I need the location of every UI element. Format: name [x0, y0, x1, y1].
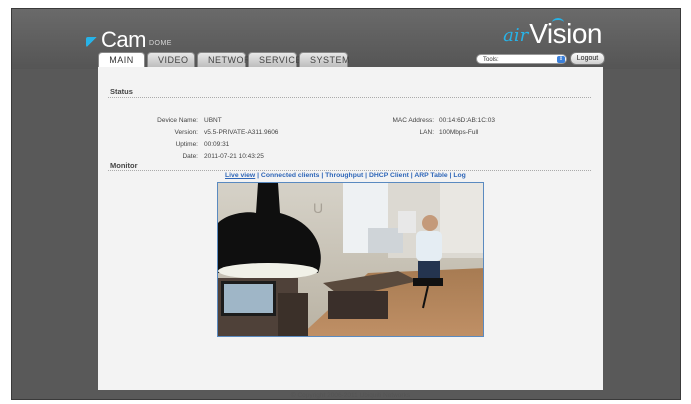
device-name-label: Device Name:: [157, 117, 198, 124]
link-log[interactable]: Log: [453, 172, 465, 179]
main-panel: Status Device Name: UBNT Version: v5.5-P…: [98, 67, 603, 399]
logo-arc-icon: [552, 18, 564, 27]
airvision-logo: air Vision: [503, 18, 602, 49]
tab-bar: MAIN VIDEO NETWORK SERVICES SYSTEM: [98, 52, 350, 68]
tools-dropdown[interactable]: Tools: ⇕: [476, 54, 567, 64]
uptime-value: 00:09:31: [204, 141, 230, 148]
link-connected-clients[interactable]: Connected clients: [261, 172, 320, 179]
camera-scene-image: U: [218, 183, 483, 336]
status-heading: Status: [110, 87, 133, 96]
tab-video[interactable]: VIDEO: [147, 52, 195, 67]
link-live-view[interactable]: Live view: [225, 172, 255, 179]
monitor-heading: Monitor: [110, 161, 138, 170]
logout-button[interactable]: Logout: [570, 52, 605, 65]
brand-icon: [86, 37, 98, 47]
tab-services[interactable]: SERVICES: [248, 52, 308, 67]
logo-air: air: [503, 25, 529, 46]
dropdown-arrow-icon: ⇕: [557, 56, 565, 63]
version-label: Version:: [174, 129, 199, 136]
uptime-label: Uptime:: [175, 141, 198, 148]
logo-subtext: DOME: [148, 40, 172, 47]
logo-vision: Vision: [529, 18, 602, 49]
mac-address-value: 00:14:6D:AB:1C:03: [439, 117, 496, 124]
tools-label: Tools:: [483, 57, 499, 63]
link-dhcp-client[interactable]: DHCP Client: [369, 172, 409, 179]
link-throughput[interactable]: Throughput: [325, 172, 363, 179]
link-arp-table[interactable]: ARP Table: [414, 172, 447, 179]
mac-address-label: MAC Address:: [392, 117, 434, 124]
tab-network[interactable]: NETWORK: [197, 52, 257, 67]
status-divider: [108, 97, 591, 98]
lan-value: 100Mbps-Full: [439, 129, 479, 136]
logo-text: Cam: [101, 27, 146, 52]
live-video-feed[interactable]: U: [217, 182, 484, 337]
tab-main[interactable]: MAIN: [98, 52, 145, 68]
date-value: 2011-07-21 10:43:25: [204, 153, 264, 160]
monitor-divider: [108, 170, 591, 171]
date-label: Date:: [182, 153, 198, 160]
svg-text:U: U: [313, 200, 323, 216]
lan-label: LAN:: [419, 129, 434, 136]
version-value: v5.5-PRIVATE-A311.9606: [204, 129, 279, 136]
device-name-value: UBNT: [204, 117, 222, 124]
camdome-logo: Cam DOME: [86, 25, 172, 51]
tab-system[interactable]: SYSTEM: [299, 52, 350, 67]
monitor-links: Live view | Connected clients | Throughp…: [225, 172, 466, 179]
copyright-text: © Copyright 2006-2011 Ubiquiti Networks: [290, 392, 411, 399]
